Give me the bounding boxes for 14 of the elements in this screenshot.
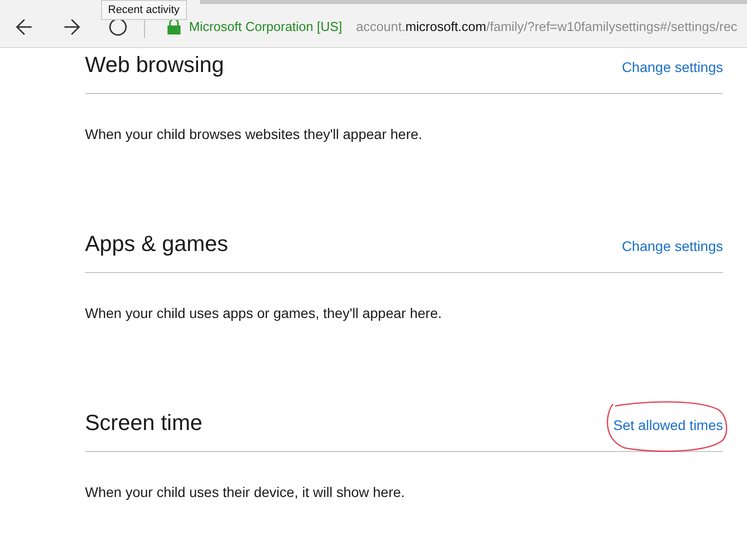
section-heading: Web browsing	[85, 51, 224, 79]
refresh-icon	[109, 18, 127, 36]
section-description: When your child browses websites they'll appear here.	[85, 125, 424, 144]
site-identity: Microsoft Corporation [US]	[189, 18, 342, 36]
tooltip: Recent activity	[101, 0, 187, 20]
section-description: When your child uses their device, it will show here.	[85, 483, 406, 502]
section-description: When your child uses apps or games, they'll appear here.	[85, 304, 443, 323]
settings-link[interactable]: Set allowed times	[613, 417, 723, 433]
section-heading: Screen time	[85, 409, 202, 437]
settings-link[interactable]: Change settings	[622, 59, 723, 75]
padlock-icon	[167, 18, 181, 34]
address-url[interactable]: account.microsoft.com/family/?ref=w10familysettings#/settings/rec	[356, 16, 738, 36]
section-heading: Apps & games	[85, 230, 228, 258]
settings-link[interactable]: Change settings	[622, 238, 723, 254]
